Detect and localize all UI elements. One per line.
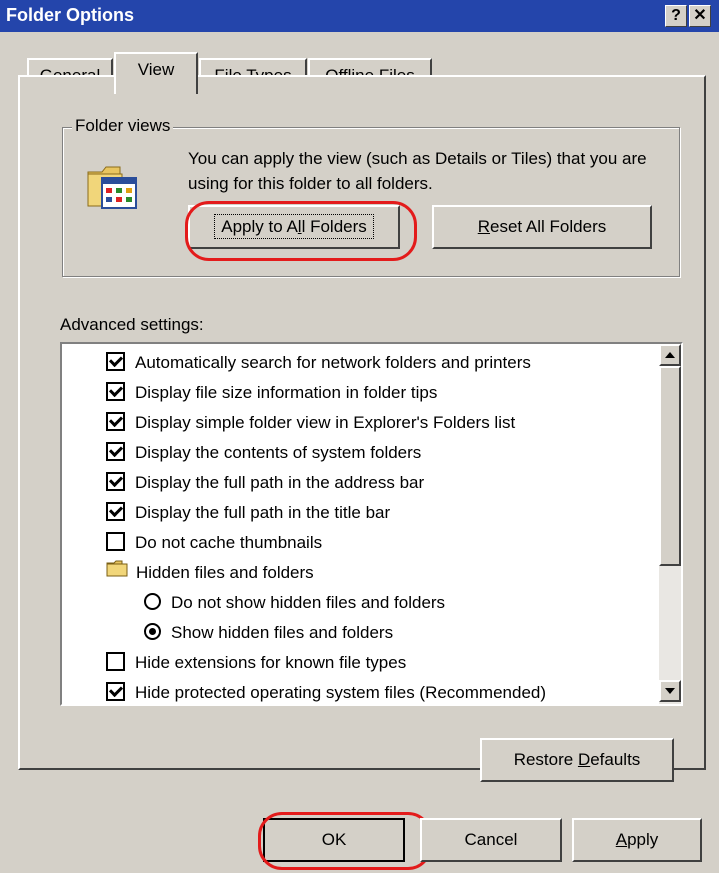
apply-button[interactable]: Apply (572, 818, 702, 862)
list-item[interactable]: Display the contents of system folders (106, 438, 421, 468)
list-item[interactable]: Automatically search for network folders… (106, 348, 531, 378)
arrow-up-icon (665, 352, 675, 358)
tab-view[interactable]: View (114, 52, 198, 94)
checkbox-checked[interactable] (106, 352, 125, 372)
vertical-scrollbar[interactable] (659, 344, 681, 704)
advanced-settings-label: Advanced settings: (60, 315, 204, 334)
tab-view-label: View (137, 60, 175, 79)
highlight-circle-ok (258, 812, 432, 870)
checkbox-unchecked[interactable] (106, 532, 125, 552)
cancel-button[interactable]: Cancel (420, 818, 562, 862)
reset-all-folders-button[interactable]: Reset All Folders (432, 205, 652, 249)
highlight-circle-apply-all (185, 201, 417, 261)
list-item[interactable]: Do not show hidden files and folders (144, 588, 445, 618)
radio-unselected[interactable] (144, 593, 161, 611)
scroll-thumb[interactable] (659, 366, 681, 566)
list-item[interactable]: Show hidden files and folders (144, 618, 393, 648)
list-item[interactable]: Hide protected operating system files (R… (106, 678, 546, 704)
scroll-down-button[interactable] (659, 680, 681, 702)
folder-views-description: You can apply the view (such as Details … (188, 149, 647, 193)
title-bar: Folder Options ? ✕ (0, 0, 719, 32)
cancel-label: Cancel (464, 830, 518, 849)
checkbox-unchecked[interactable] (106, 652, 125, 672)
advanced-settings-list[interactable]: Automatically search for network folders… (60, 342, 683, 706)
list-item[interactable]: Hide extensions for known file types (106, 648, 406, 678)
list-item[interactable]: Do not cache thumbnails (106, 528, 322, 558)
folder-icon (106, 557, 128, 587)
restore-defaults-button[interactable]: Restore Defaults (480, 738, 674, 782)
list-item[interactable]: Display the full path in the title bar (106, 498, 390, 528)
radio-selected[interactable] (144, 623, 161, 641)
checkbox-checked[interactable] (106, 412, 125, 432)
window-title: Folder Options (6, 5, 134, 25)
arrow-down-icon (665, 688, 675, 694)
checkbox-checked[interactable] (106, 442, 125, 462)
list-item[interactable]: Display file size information in folder … (106, 378, 437, 408)
checkbox-checked[interactable] (106, 682, 125, 702)
close-button[interactable]: ✕ (689, 5, 711, 27)
restore-defaults-label: Restore Defaults (513, 750, 641, 769)
apply-label: Apply (615, 830, 659, 849)
list-item: Hidden files and folders (106, 558, 314, 588)
scroll-up-button[interactable] (659, 344, 681, 366)
folder-views-legend: Folder views (72, 116, 174, 136)
checkbox-checked[interactable] (106, 472, 125, 492)
list-item[interactable]: Display the full path in the address bar (106, 468, 424, 498)
help-button[interactable]: ? (665, 5, 687, 27)
checkbox-checked[interactable] (106, 502, 125, 522)
list-item[interactable]: Display simple folder view in Explorer's… (106, 408, 515, 438)
folder-view-icon (86, 162, 140, 212)
reset-all-folders-label: Reset All Folders (477, 217, 607, 236)
checkbox-checked[interactable] (106, 382, 125, 402)
